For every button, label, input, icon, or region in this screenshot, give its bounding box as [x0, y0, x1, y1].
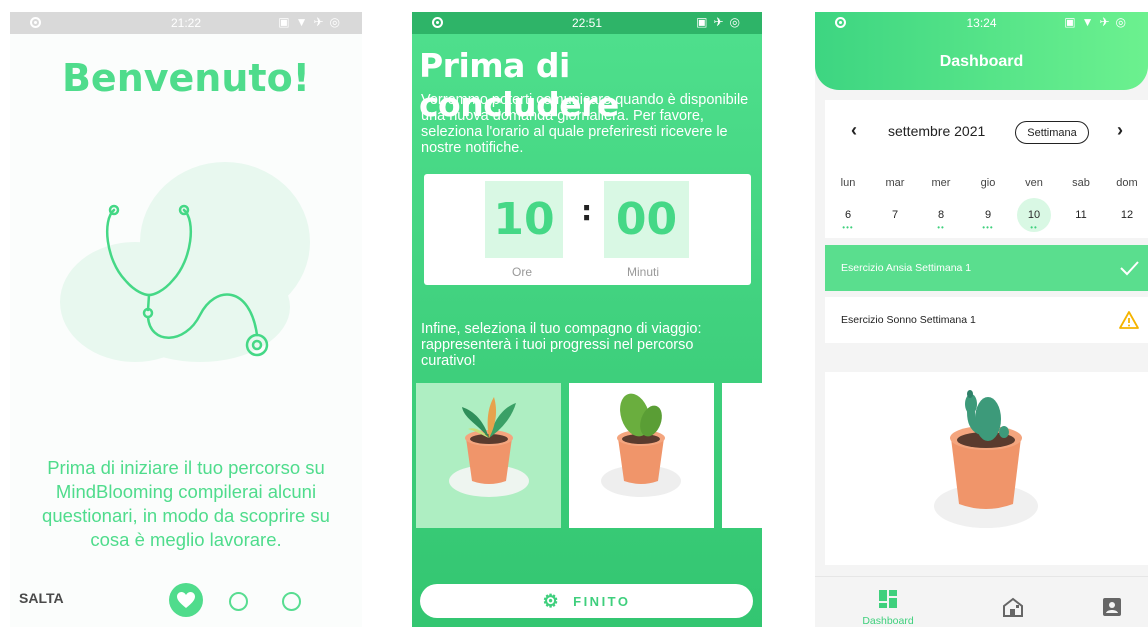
- companion-card: [825, 372, 1148, 565]
- status-time: 13:24: [966, 16, 997, 30]
- dashboard-icon: [879, 590, 897, 608]
- nav-profile[interactable]: [1102, 597, 1122, 622]
- weekday-label: dom: [1116, 177, 1138, 189]
- finish-label: FINITO: [573, 593, 631, 609]
- heart-icon: [177, 592, 195, 608]
- profile-card-icon: [1103, 598, 1121, 616]
- app-header: 13:24 ▣▼✈◎ Dashboard: [815, 12, 1148, 90]
- status-time: 21:22: [170, 16, 202, 30]
- prev-month-chevron-icon[interactable]: ‹: [851, 120, 857, 141]
- gear-icon: ⚙: [542, 590, 562, 611]
- check-icon: [1120, 261, 1139, 276]
- nav-dashboard[interactable]: Dashboard: [860, 589, 916, 627]
- task-item[interactable]: Esercizio Sonno Settimana 1: [825, 297, 1148, 343]
- status-icons: ▣▼✈◎: [278, 15, 346, 29]
- day-progress-marks: •••: [982, 223, 994, 232]
- weekday-label: lun: [840, 177, 856, 189]
- nav-dashboard-label: Dashboard: [862, 615, 914, 627]
- notification-dot-icon: [30, 17, 41, 28]
- status-bar: 13:24 ▣▼✈◎: [815, 12, 1148, 34]
- minutes-label: Minuti: [627, 265, 660, 279]
- weekday-label: ven: [1025, 177, 1043, 189]
- day-number[interactable]: 12: [1110, 198, 1144, 232]
- companion-option-selected[interactable]: [416, 383, 561, 528]
- pager-dot-active[interactable]: [169, 583, 203, 617]
- status-icons: ▣▼✈◎: [1064, 15, 1132, 29]
- task-label: Esercizio Ansia Settimana 1: [841, 262, 972, 274]
- setup-screen: 22:51 ▣✈◎ Prima di concludere Vorremmo p…: [412, 12, 762, 627]
- status-time: 22:51: [571, 16, 603, 30]
- task-item[interactable]: Esercizio Ansia Settimana 1: [825, 245, 1148, 291]
- notification-dot-icon: [432, 17, 443, 28]
- calendar-month: settembre 2021: [888, 123, 986, 139]
- plant-icon: [601, 393, 681, 497]
- day-progress-marks: ••: [937, 223, 945, 232]
- dashboard-screen: 13:24 ▣▼✈◎ Dashboard ‹ settembre 2021 Se…: [815, 12, 1148, 627]
- pager-dot[interactable]: [229, 592, 248, 611]
- next-month-chevron-icon[interactable]: ›: [1117, 120, 1123, 141]
- cactus-icon: [934, 390, 1038, 528]
- status-bar: 22:51 ▣✈◎: [412, 12, 762, 34]
- day-progress-marks: •••: [842, 223, 854, 232]
- task-label: Esercizio Sonno Settimana 1: [841, 314, 976, 326]
- companion-option[interactable]: [569, 383, 714, 528]
- weekday-label: mar: [885, 177, 905, 189]
- time-picker: 10 : 00 Ore Minuti: [424, 174, 751, 285]
- page-title: Benvenuto!: [61, 56, 311, 100]
- intro-text: Prima di iniziare il tuo percorso su Min…: [42, 457, 330, 550]
- nav-home[interactable]: [1002, 597, 1024, 622]
- home-icon: [1003, 597, 1023, 617]
- calendar: ‹ settembre 2021 Settimana › lun 6 ••• m…: [825, 100, 1148, 238]
- companion-description: Infine, seleziona il tuo compagno di via…: [421, 321, 702, 369]
- time-separator: :: [581, 194, 593, 227]
- hours-picker[interactable]: 10: [485, 181, 563, 258]
- plant-icon: [449, 397, 529, 497]
- skip-button[interactable]: SALTA: [19, 590, 64, 606]
- minutes-picker[interactable]: 00: [604, 181, 689, 258]
- companion-option[interactable]: [722, 383, 762, 528]
- stethoscope-icon: [105, 204, 269, 357]
- finish-button[interactable]: ⚙ FINITO: [420, 584, 753, 618]
- welcome-screen: 21:22 ▣▼✈◎ Benvenuto! Prima di iniziare …: [10, 12, 362, 627]
- status-bar: 21:22 ▣▼✈◎: [10, 12, 362, 34]
- calendar-view-toggle[interactable]: Settimana: [1015, 121, 1089, 144]
- day-number[interactable]: 11: [1064, 198, 1098, 232]
- hours-label: Ore: [512, 265, 533, 279]
- notification-description: Vorremmo poterti comunicare quando è dis…: [421, 92, 749, 156]
- weekday-label: sab: [1072, 177, 1090, 189]
- status-icons: ▣✈◎: [696, 15, 746, 29]
- day-number[interactable]: 7: [878, 198, 912, 232]
- page-title: Dashboard: [939, 53, 1024, 70]
- notification-dot-icon: [835, 17, 846, 28]
- bottom-navigation: Dashboard: [815, 576, 1148, 627]
- weekday-label: mer: [931, 177, 951, 189]
- pager-dot[interactable]: [282, 592, 301, 611]
- warning-icon: [1119, 311, 1139, 329]
- weekday-label: gio: [980, 177, 996, 189]
- day-progress-marks: ••: [1030, 223, 1038, 232]
